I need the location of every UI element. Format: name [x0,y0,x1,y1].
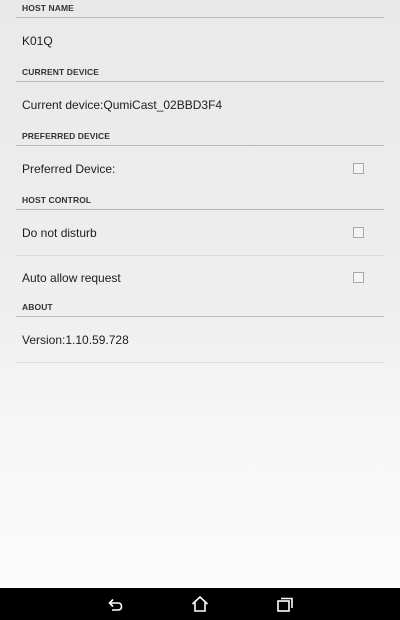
preferred-device-checkbox[interactable] [353,163,364,174]
section-header-current-device: CURRENT DEVICE [16,64,384,82]
recent-apps-icon[interactable] [275,594,295,614]
preferred-device-label: Preferred Device: [22,162,116,176]
section-header-about: ABOUT [16,299,384,317]
current-device-row[interactable]: Current device:QumiCast_02BBD3F4 [16,82,384,128]
auto-allow-request-label: Auto allow request [22,270,121,285]
section-header-host-control: HOST CONTROL [16,192,384,210]
home-icon[interactable] [190,594,210,614]
host-name-value: K01Q [22,34,53,48]
section-header-host-name: HOST NAME [16,0,384,18]
back-icon[interactable] [105,594,125,614]
do-not-disturb-checkbox[interactable] [353,226,364,238]
host-name-row[interactable]: K01Q [16,18,384,64]
version-value: Version:1.10.59.728 [22,332,129,347]
section-header-preferred-device: PREFERRED DEVICE [16,128,384,146]
current-device-value: Current device:QumiCast_02BBD3F4 [22,98,223,112]
do-not-disturb-label: Do not disturb [22,225,97,240]
version-row[interactable]: Version:1.10.59.728 [16,317,384,363]
auto-allow-request-checkbox[interactable] [353,271,364,283]
preferred-device-row[interactable]: Preferred Device: [16,146,384,192]
navigation-bar [0,588,400,620]
do-not-disturb-row[interactable]: Do not disturb [16,210,384,256]
settings-list: HOST NAME K01Q CURRENT DEVICE Current de… [16,0,384,363]
auto-allow-request-row[interactable]: Auto allow request [16,256,384,299]
